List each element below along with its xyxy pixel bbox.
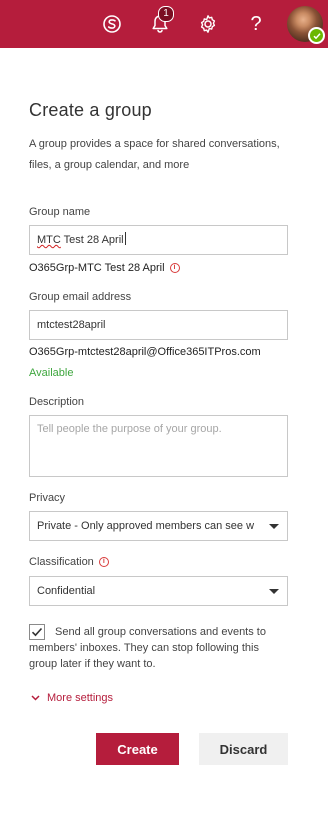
subscribe-checkbox[interactable] [29,624,45,640]
checkmark-icon [31,627,43,637]
gear-icon[interactable] [193,9,223,39]
group-email-input[interactable]: mtctest28april [29,310,288,340]
chevron-down-icon [269,524,279,529]
chevron-down-icon [269,589,279,594]
group-name-hint: O365Grp-MTC Test 28 April i [29,262,180,274]
classification-label: Classification [29,556,94,568]
misspelled-word: MTC [37,234,61,246]
help-icon[interactable]: ? [241,9,271,39]
info-icon[interactable]: i [169,263,180,273]
more-settings-label: More settings [47,692,114,704]
classification-label-row: Classification i [29,556,109,568]
form-description: A group provides a space for shared conv… [29,138,280,171]
full-address-text: O365Grp-mtctest28april@Office365ITPros.c… [29,346,261,358]
discard-button[interactable]: Discard [199,733,288,765]
privacy-selected: Private - Only approved members can see … [37,520,255,532]
text-cursor [124,232,126,245]
group-email-full-address: O365Grp-mtctest28april@Office365ITPros.c… [29,346,261,358]
skype-icon[interactable] [97,9,127,39]
presence-available-icon [308,27,325,44]
bell-icon[interactable]: 1 [145,6,175,39]
avatar[interactable] [287,6,325,44]
subscribe-label: Send all group conversations and events … [29,626,266,670]
privacy-select[interactable]: Private - Only approved members can see … [29,511,288,541]
description-input[interactable] [29,415,288,477]
notification-badge: 1 [158,6,174,22]
privacy-label: Privacy [29,492,66,504]
top-bar: 1 ? [0,0,328,48]
classification-selected: Confidential [37,585,96,597]
group-name-preview: O365Grp-MTC Test 28 April [29,262,165,274]
more-settings-link[interactable]: More settings [31,692,113,704]
group-name-input[interactable]: MTC Test 28 April [29,225,288,255]
group-email-value: mtctest28april [37,319,106,331]
availability-status: Available [29,367,74,379]
group-email-label: Group email address [29,291,132,303]
classification-select[interactable]: Confidential [29,576,288,606]
group-name-value: Test 28 April [60,234,124,246]
page-title: Create a group [29,100,152,120]
create-button[interactable]: Create [96,733,179,765]
chevron-down-icon [31,695,40,701]
group-name-label: Group name [29,206,91,218]
info-icon[interactable]: i [98,557,109,567]
description-label: Description [29,396,85,408]
